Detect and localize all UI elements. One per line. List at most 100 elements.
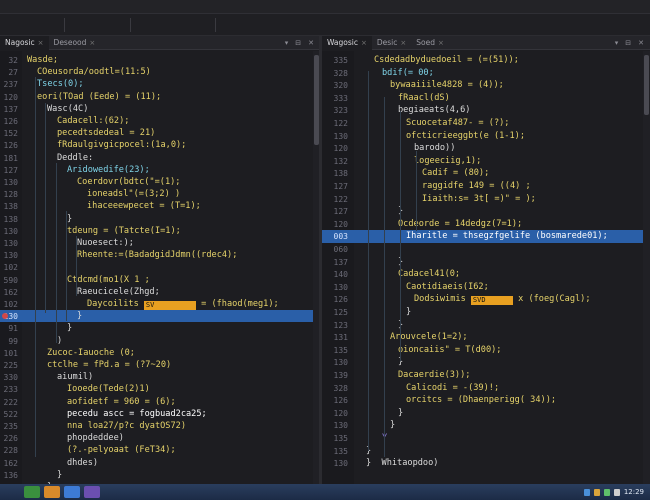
tab-close-icon[interactable]: ×	[89, 36, 95, 50]
code-line[interactable]: 181 Deddle:	[0, 152, 320, 164]
code-line[interactable]: 99)	[0, 335, 320, 347]
paste-icon[interactable]	[107, 18, 122, 32]
code-line[interactable]: 123}	[322, 319, 650, 332]
run-icon[interactable]	[154, 18, 169, 32]
inline-value-box[interactable]: SVD	[470, 296, 513, 306]
step-icon[interactable]	[192, 18, 207, 32]
editor-tab[interactable]: Nagosic ×	[0, 36, 49, 50]
tab-close-icon[interactable]: ×	[400, 36, 406, 50]
code-line[interactable]: 003 Iharitle = thsegzfgelife (bosmarede01…	[322, 230, 650, 243]
pane-menu-icon[interactable]: ▾	[285, 39, 289, 47]
code-line[interactable]: 522 pecedu ascc = fogbuad2ca25;	[0, 408, 320, 420]
code-line[interactable]: 162 Raeucicele(Zhgd;	[0, 286, 320, 298]
code-line[interactable]: 140 Cadacel41(0;	[322, 268, 650, 281]
tab-close-icon[interactable]: ×	[438, 36, 444, 50]
code-line[interactable]: 590 Ctdcmd(mo1(X 1 ;	[0, 274, 320, 286]
editor-tab[interactable]: Desic ×	[372, 36, 411, 50]
code-line[interactable]: 91}	[0, 322, 320, 334]
code-line[interactable]: 130 tdeung = (Tatcte(I=1);	[0, 225, 320, 237]
pane-split-icon[interactable]: ⊟	[625, 39, 631, 47]
code-line[interactable]: 130 ofcticrieeggbt(e (1-1);	[322, 130, 650, 143]
tab-close-icon[interactable]: ×	[38, 36, 44, 50]
browser-task-icon[interactable]	[64, 486, 80, 498]
tray-icon[interactable]	[613, 488, 620, 496]
code-line[interactable]: 335 Csdedadbyduedoeil = (=(51));	[322, 54, 650, 67]
pane-split-icon[interactable]: ⊟	[295, 39, 301, 47]
code-line[interactable]: 102	[0, 261, 320, 273]
code-line[interactable]: 233 Iooede(Tede(2)1)	[0, 383, 320, 395]
code-line[interactable]: 130 Coerdovr(bdtc("=(1);	[0, 176, 320, 188]
code-line[interactable]: 130 Nuoesect:);	[0, 237, 320, 249]
vertical-scrollbar[interactable]	[643, 51, 650, 484]
code-line[interactable]: 132 logeeciig,1);	[322, 155, 650, 168]
code-line[interactable]: 130 Rheente:=(BadadgidJdmn((rdec4);	[0, 249, 320, 261]
code-line[interactable]: 138 ihaceeewpecet = (T=1);	[0, 200, 320, 212]
code-line[interactable]: 138 Cadif = (80);	[322, 167, 650, 180]
code-line[interactable]: 101 Zucoc-Iauoche (0;	[0, 347, 320, 359]
code-line[interactable]: 237 Tsecs(0);	[0, 78, 320, 90]
code-line[interactable]: 127 raggidfe 149 = ((4) ;	[322, 180, 650, 193]
save-icon[interactable]	[41, 18, 56, 32]
code-line[interactable]: 235 nna loa27/p?c dyatOS72)	[0, 420, 320, 432]
code-line[interactable]: 060	[322, 243, 650, 256]
minimize-icon[interactable]	[606, 1, 618, 12]
code-line[interactable]: 127 Aridowedife(23);	[0, 164, 320, 176]
code-line[interactable]: 27 COeusorda/oodtl=(11:5)	[0, 66, 320, 78]
debug-icon[interactable]	[173, 18, 188, 32]
code-line[interactable]: 137 Wasc(4C)	[0, 103, 320, 115]
copy-icon[interactable]	[88, 18, 103, 32]
find-icon[interactable]	[220, 18, 235, 32]
code-line[interactable]: 333 fRaacl(dS)	[322, 92, 650, 105]
code-line[interactable]: 225 ctclhe = fPd.a = (?7~20)	[0, 359, 320, 371]
explorer-task-icon[interactable]	[44, 486, 60, 498]
scrollbar-thumb[interactable]	[644, 55, 649, 115]
code-line[interactable]: 228 (?.-pelyoaat (FeT34);	[0, 444, 320, 456]
code-line[interactable]: 226 phopdeddee)	[0, 432, 320, 444]
inline-value-box[interactable]: SV	[143, 301, 196, 310]
code-line[interactable]: 130} Whitaopdoo)	[322, 457, 650, 470]
maximize-icon[interactable]	[620, 1, 632, 12]
code-line[interactable]: 135Y	[322, 432, 650, 445]
code-line[interactable]: 102 Daycoilits SV = (fhaod(meg1);	[0, 298, 320, 310]
code-line[interactable]: 130}	[322, 419, 650, 432]
code-line[interactable]: 122 Scuocetaf487- = (?);	[322, 117, 650, 130]
new-file-icon[interactable]	[3, 18, 18, 32]
tray-icon[interactable]	[593, 488, 600, 496]
pane-menu-icon[interactable]: ▾	[615, 39, 619, 47]
code-line[interactable]: 130}	[0, 310, 320, 323]
left-code-editor[interactable]: 32 Wasde; 27 COeusorda/oodtl=(11:5) 237 Tsecs…	[0, 51, 320, 484]
tab-close-icon[interactable]: ×	[361, 36, 367, 50]
code-line[interactable]: 126 orcitcs = (Dhaenperigg( 34));	[322, 394, 650, 407]
code-line[interactable]: 136}	[0, 469, 320, 481]
pane-close-icon[interactable]: ✕	[308, 39, 314, 47]
code-line[interactable]: 32 Wasde;	[0, 54, 320, 66]
code-line[interactable]: 126 Cadacell:(62);	[0, 115, 320, 127]
tray-icon[interactable]	[583, 488, 590, 496]
code-line[interactable]: 320 bywaaiiile4828 = (4));	[322, 79, 650, 92]
close-icon[interactable]	[634, 1, 646, 12]
code-line[interactable]: 137}	[322, 256, 650, 269]
start-button[interactable]	[24, 486, 40, 498]
code-line[interactable]: 328 Calicodi = -(39)!;	[322, 382, 650, 395]
cut-icon[interactable]	[69, 18, 84, 32]
code-line[interactable]: 131 Arouvcele(1=2);	[322, 331, 650, 344]
tools-icon[interactable]	[239, 18, 254, 32]
tray-icon[interactable]	[603, 488, 610, 496]
code-line[interactable]: 135 oioncaiis" = T(d00);	[322, 344, 650, 357]
code-line[interactable]: 126 fRdaulgivgicpocel:(1a,0);	[0, 139, 320, 151]
code-line[interactable]: 122 Iiaith:s= 3t[ =)" = );	[322, 193, 650, 206]
pane-close-icon[interactable]: ✕	[638, 39, 644, 47]
code-line[interactable]: 139 Dacaerdie(3));	[322, 369, 650, 382]
code-line[interactable]: 120 barodo))	[322, 142, 650, 155]
code-line[interactable]: 120 eori(TOad (Eede) = (11);	[0, 91, 320, 103]
code-line[interactable]: 162 dhdes)	[0, 457, 320, 469]
code-line[interactable]: 127}	[322, 205, 650, 218]
code-line[interactable]: 128 ioneadsl"(=(3;2) )	[0, 188, 320, 200]
editor-tab[interactable]: Wagosic ×	[322, 36, 372, 50]
layout-icon[interactable]	[258, 18, 273, 32]
open-folder-icon[interactable]	[22, 18, 37, 32]
code-line[interactable]: 126 Dodsiwimis SVD x (foeg(Cagl);	[322, 293, 650, 306]
editor-task-icon[interactable]	[84, 486, 100, 498]
code-line[interactable]: 120 Ocdeorde = 14dedgz(7=1);	[322, 218, 650, 231]
right-code-editor[interactable]: 335 Csdedadbyduedoeil = (=(51)); 328 bdif(=…	[322, 51, 650, 484]
